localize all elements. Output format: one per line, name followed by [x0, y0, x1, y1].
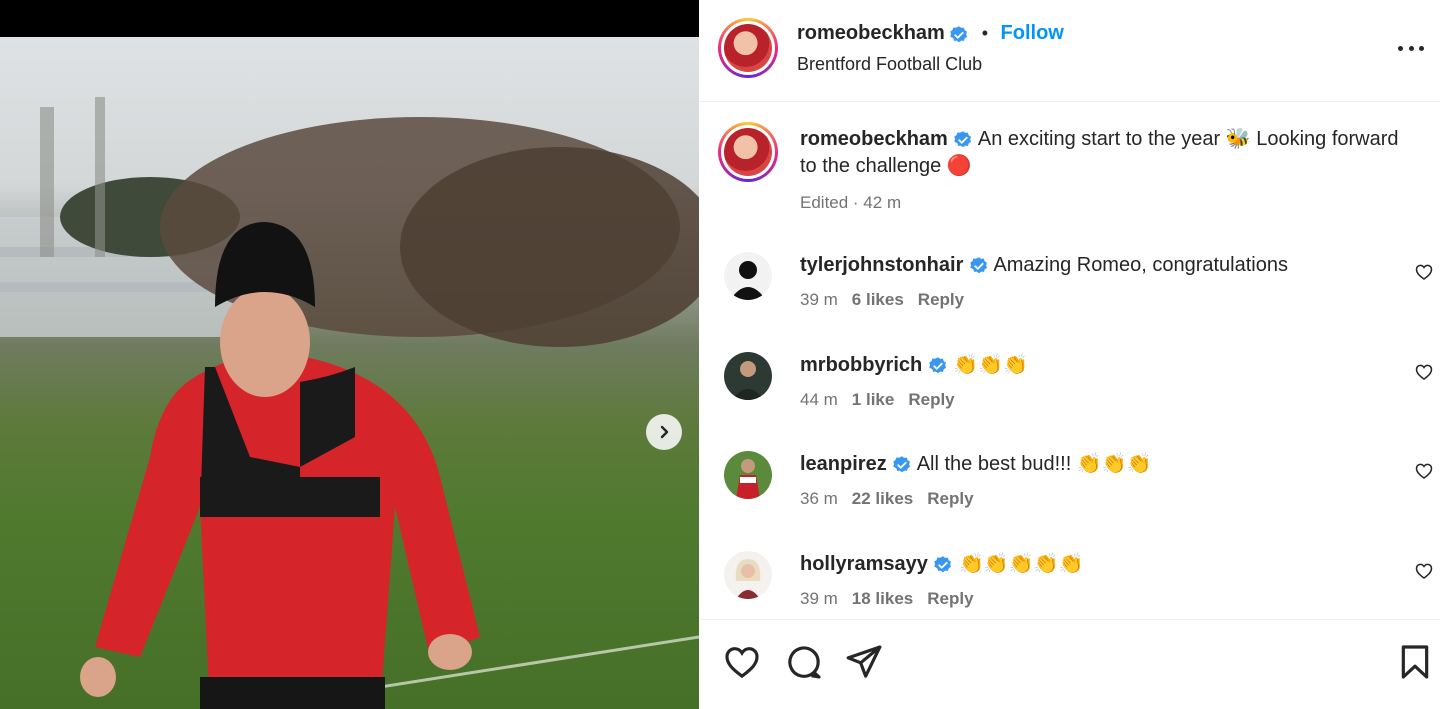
- comment-time: 44 m: [800, 390, 838, 409]
- comment-likes[interactable]: 22 likes: [852, 489, 913, 508]
- reply-button[interactable]: Reply: [927, 589, 973, 608]
- comment-likes[interactable]: 18 likes: [852, 589, 913, 608]
- comment-body: hollyramsayy 👏👏👏👏👏: [800, 551, 1380, 578]
- more-options-icon[interactable]: [1398, 36, 1424, 60]
- caption-avatar-image: [724, 128, 772, 176]
- comment-meta: 44 m 1 like Reply: [800, 390, 955, 410]
- player-figure: [80, 222, 699, 709]
- comment-time: 39 m: [800, 290, 838, 309]
- post-location[interactable]: Brentford Football Club: [797, 54, 982, 75]
- comment-avatar[interactable]: [724, 451, 772, 499]
- verified-badge-icon: [950, 26, 968, 43]
- post-header: romeobeckham • Follow Brentford Football…: [699, 0, 1440, 102]
- post-photo: [0, 37, 699, 709]
- author-avatar[interactable]: [718, 18, 778, 78]
- comment-body: leanpirez All the best bud!!! 👏👏👏: [800, 451, 1380, 478]
- like-comment-heart-icon[interactable]: [1414, 561, 1434, 581]
- comment-meta: 39 m 6 likes Reply: [800, 290, 964, 310]
- caption-avatar[interactable]: [718, 122, 778, 182]
- comment-username[interactable]: tylerjohnstonhair: [800, 254, 963, 276]
- follow-button[interactable]: Follow: [1001, 22, 1064, 44]
- comment-body: tylerjohnstonhair Amazing Romeo, congrat…: [800, 252, 1380, 279]
- caption-username[interactable]: romeobeckham: [800, 128, 948, 150]
- comment-meta: 36 m 22 likes Reply: [800, 489, 974, 509]
- comment-item: leanpirez All the best bud!!! 👏👏👏 36 m 22…: [699, 451, 1440, 531]
- verified-badge-icon: [929, 356, 946, 373]
- verified-badge-icon: [934, 555, 952, 572]
- comment-avatar[interactable]: [724, 551, 772, 599]
- comment-bubble-icon[interactable]: [784, 642, 824, 682]
- post-panel: romeobeckham • Follow Brentford Football…: [699, 0, 1440, 709]
- share-send-icon[interactable]: [844, 642, 884, 682]
- comment-text: 👏👏👏👏👏: [958, 553, 1084, 575]
- reply-button[interactable]: Reply: [927, 489, 973, 508]
- avatar-image: [724, 24, 772, 72]
- comment-likes[interactable]: 6 likes: [852, 290, 904, 309]
- comment-time: 36 m: [800, 489, 838, 508]
- like-comment-heart-icon[interactable]: [1414, 362, 1434, 382]
- comment-time: 39 m: [800, 589, 838, 608]
- comment-username[interactable]: mrbobbyrich: [800, 354, 922, 376]
- next-image-button[interactable]: [646, 414, 682, 450]
- separator-dot: •: [981, 23, 989, 43]
- comment-text: Amazing Romeo, congratulations: [993, 254, 1288, 276]
- post-media: [0, 0, 699, 709]
- like-comment-heart-icon[interactable]: [1414, 461, 1434, 481]
- post-actions: [699, 619, 1440, 709]
- verified-badge-icon: [970, 256, 987, 273]
- verified-badge-icon: [954, 130, 972, 147]
- comment-text: 👏👏👏: [953, 354, 1029, 376]
- comment-item: tylerjohnstonhair Amazing Romeo, congrat…: [699, 252, 1440, 332]
- caption-edited-time: Edited · 42 m: [800, 193, 902, 212]
- comment-avatar[interactable]: [724, 352, 772, 400]
- like-heart-icon[interactable]: [722, 642, 762, 682]
- comment-item: mrbobbyrich 👏👏👏 44 m 1 like Reply: [699, 352, 1440, 432]
- reply-button[interactable]: Reply: [908, 390, 954, 409]
- reply-button[interactable]: Reply: [918, 290, 964, 309]
- comment-avatar[interactable]: [724, 252, 772, 300]
- comment-likes[interactable]: 1 like: [852, 390, 895, 409]
- verified-badge-icon: [893, 455, 911, 472]
- comment-username[interactable]: leanpirez: [800, 453, 887, 475]
- author-username[interactable]: romeobeckham: [797, 22, 945, 44]
- comment-meta: 39 m 18 likes Reply: [800, 589, 974, 609]
- chevron-right-icon: [660, 425, 669, 439]
- like-comment-heart-icon[interactable]: [1414, 262, 1434, 282]
- post-caption: romeobeckham An exciting start to the ye…: [800, 126, 1400, 180]
- comment-body: mrbobbyrich 👏👏👏: [800, 352, 1380, 379]
- comment-text: All the best bud!!! 👏👏👏: [916, 453, 1152, 475]
- comment-username[interactable]: hollyramsayy: [800, 553, 928, 575]
- save-bookmark-icon[interactable]: [1395, 642, 1435, 682]
- author-line: romeobeckham • Follow: [797, 22, 1064, 45]
